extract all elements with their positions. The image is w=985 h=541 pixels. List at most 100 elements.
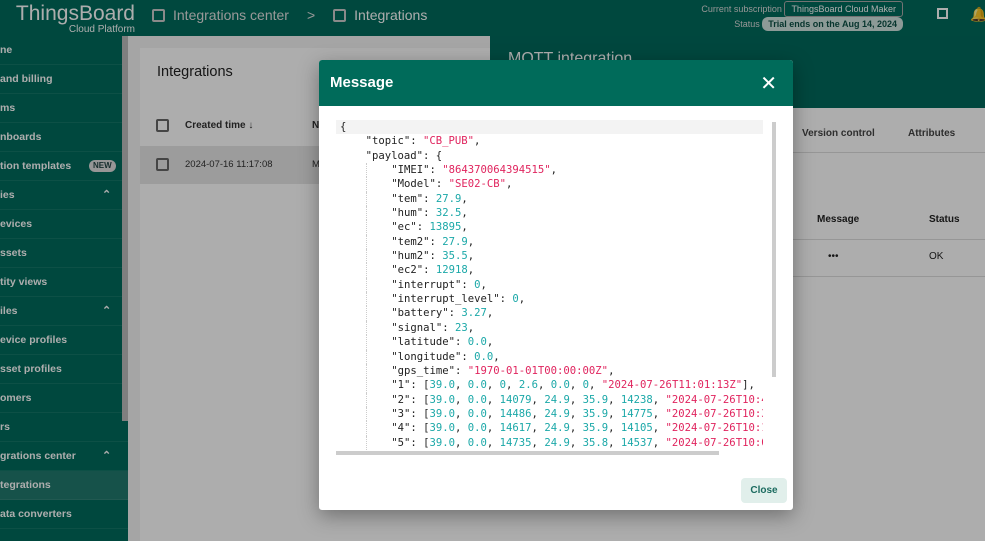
horizontal-scrollbar[interactable]	[336, 451, 719, 455]
json-string: "864370064394515"	[442, 164, 551, 177]
json-punct: "ec":	[391, 221, 430, 234]
json-punct: ,	[608, 436, 621, 449]
indent-guide	[365, 249, 367, 264]
json-number: 24.9	[544, 393, 570, 406]
code-line: "IMEI": "864370064394515",	[336, 163, 763, 178]
json-punct: ,	[506, 379, 519, 392]
json-punct: ,	[486, 393, 500, 406]
json-string: "2024-07-26T10:46	[665, 393, 763, 406]
json-punct: ,	[506, 178, 513, 191]
indent-guide	[365, 378, 367, 393]
json-number: 24.9	[544, 436, 570, 449]
json-number: 0.0	[467, 379, 487, 392]
json-number: 14617	[499, 422, 532, 435]
indent-guide	[365, 163, 367, 178]
code-line: "topic": "CB_PUB",	[336, 134, 763, 148]
indent-guide	[365, 320, 367, 336]
json-punct: ,	[486, 407, 500, 420]
json-number: 0.0	[467, 336, 487, 349]
json-viewer[interactable]: {"topic": "CB_PUB", "payload": {"IMEI": "…	[336, 120, 763, 455]
json-punct: ,	[493, 350, 500, 363]
json-punct: ,	[569, 422, 583, 435]
indent-guide	[365, 421, 367, 436]
json-number: 35.9	[582, 407, 609, 420]
json-number: 14238	[620, 393, 653, 406]
indent-guide	[365, 392, 367, 407]
json-string: "CB_PUB"	[423, 135, 475, 148]
json-punct: "hum2":	[391, 250, 443, 263]
json-string: "2024-07-26T10:31	[665, 407, 763, 420]
indent-guide	[365, 363, 367, 379]
code-line: "4": [39.0, 0.0, 14617, 24.9, 35.9, 1410…	[336, 421, 763, 436]
json-punct: ,	[608, 422, 621, 435]
json-number: 32.5	[435, 207, 462, 220]
json-punct: ,	[531, 436, 545, 449]
json-punct: "ec2":	[391, 264, 436, 277]
json-number: 2.6	[518, 379, 538, 392]
dialog-title: Message	[330, 74, 394, 91]
json-punct: ,	[652, 422, 666, 435]
json-number: 35.8	[582, 436, 609, 449]
json-punct: ,	[467, 264, 475, 277]
vertical-scrollbar[interactable]	[772, 122, 776, 377]
json-number: 0.0	[467, 422, 487, 435]
code-line: "1": [39.0, 0.0, 0, 2.6, 0.0, 0, "2024-0…	[336, 378, 763, 393]
json-punct: ,	[486, 336, 494, 349]
json-punct: ,	[486, 436, 500, 449]
close-icon[interactable]: ✕	[760, 71, 777, 96]
code-line: "battery": 3.27,	[336, 306, 763, 321]
json-number: 14735	[499, 436, 532, 449]
json-number: 0.0	[467, 407, 487, 420]
json-number: 39.0	[429, 422, 455, 435]
json-punct: ,	[454, 422, 468, 435]
indent-guide	[365, 406, 367, 422]
json-punct: "signal":	[391, 321, 455, 334]
json-number: 14486	[499, 407, 532, 420]
code-line: "longitude": 0.0,	[336, 349, 763, 364]
json-number: 24.9	[544, 422, 570, 435]
json-punct: ],	[742, 379, 755, 392]
code-line: "5": [39.0, 0.0, 14735, 24.9, 35.8, 1453…	[336, 435, 763, 450]
json-punct: ,	[531, 393, 545, 406]
json-number: 39.0	[429, 436, 455, 449]
message-dialog: Message ✕ {"topic": "CB_PUB", "payload": …	[319, 60, 793, 510]
json-punct: ,	[518, 293, 526, 306]
indent-guide	[365, 277, 367, 293]
json-punct: "IMEI":	[391, 164, 443, 177]
json-punct: ,	[608, 364, 615, 377]
indent-guide	[365, 234, 367, 250]
json-punct: ,	[589, 379, 602, 392]
json-punct: ,	[652, 393, 666, 406]
json-punct: ,	[486, 422, 500, 435]
code-line: "ec": 13895,	[336, 220, 763, 235]
json-punct: ,	[608, 407, 621, 420]
json-punct: ,	[608, 393, 621, 406]
close-button[interactable]: Close	[741, 478, 787, 503]
json-punct: ,	[537, 379, 551, 392]
json-punct: "battery":	[391, 307, 462, 320]
json-number: 12918	[435, 264, 468, 277]
code-line: "ec2": 12918,	[336, 263, 763, 278]
code-line: "hum": 32.5,	[336, 206, 763, 221]
json-punct: "5": [	[391, 436, 430, 449]
code-line: "Model": "SE02-CB",	[336, 177, 763, 192]
json-number: 23	[454, 321, 468, 334]
json-punct: {	[340, 121, 347, 133]
json-punct: ,	[474, 135, 481, 148]
json-number: 14079	[499, 393, 532, 406]
json-number: 24.9	[544, 407, 570, 420]
json-punct: "tem2":	[391, 235, 443, 248]
json-punct: "topic":	[365, 135, 423, 148]
code-line: "interrupt_level": 0,	[336, 292, 763, 307]
code-line: "2": [39.0, 0.0, 14079, 24.9, 35.9, 1423…	[336, 392, 763, 407]
json-number: 13895	[429, 221, 462, 234]
json-string: "SE02-CB"	[448, 178, 506, 191]
code-line: "latitude": 0.0,	[336, 335, 763, 350]
indent-guide	[365, 306, 367, 321]
code-line: "interrupt": 0,	[336, 277, 763, 293]
json-punct: ,	[569, 407, 583, 420]
json-punct: "3": [	[391, 407, 430, 420]
code-line: "payload": {	[336, 149, 763, 163]
json-number: 35.5	[442, 250, 468, 263]
code-line: {	[336, 120, 763, 135]
